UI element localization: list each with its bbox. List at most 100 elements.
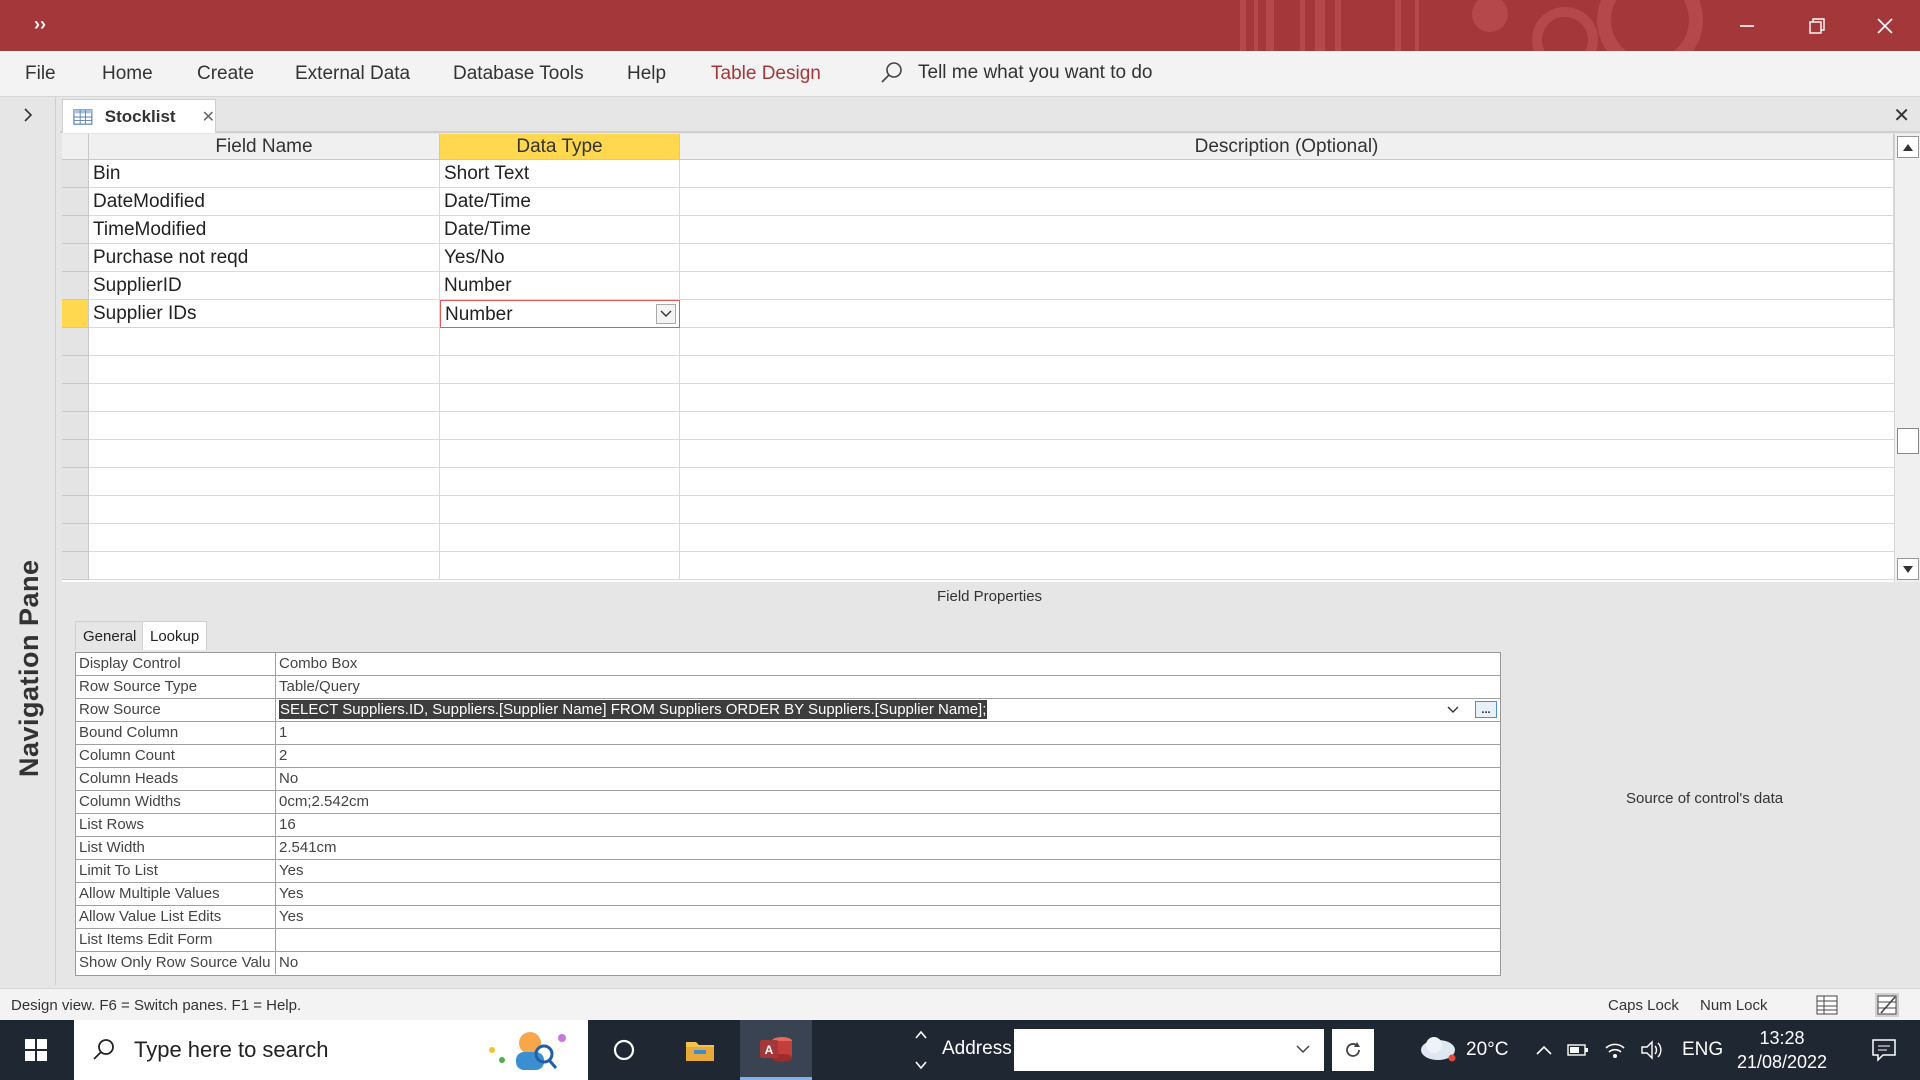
property-row[interactable]: Allow Multiple Values Yes <box>76 883 1500 906</box>
empty-row[interactable] <box>89 468 1894 496</box>
chevron-up-icon[interactable] <box>1534 1043 1554 1057</box>
data-type-dropdown-button[interactable] <box>656 304 676 324</box>
close-document-button[interactable]: ✕ <box>1893 103 1910 128</box>
table-row[interactable]: DateModified Date/Time <box>89 188 1894 216</box>
row-selector[interactable] <box>62 244 89 272</box>
property-value[interactable]: No <box>276 768 1500 790</box>
row-selector[interactable] <box>62 468 89 496</box>
volume-icon[interactable] <box>1640 1040 1664 1060</box>
toolbar-scroll-arrows-icon[interactable] <box>914 1028 928 1072</box>
description-cell[interactable] <box>680 300 1894 328</box>
row-selector[interactable] <box>62 272 89 300</box>
navigation-pane[interactable]: Navigation Pane <box>0 97 56 985</box>
property-row[interactable]: List Rows 16 <box>76 814 1500 837</box>
property-value[interactable] <box>276 929 1500 951</box>
tab-stocklist[interactable]: Stocklist ✕ <box>62 99 216 133</box>
row-source-field[interactable]: SELECT Suppliers.ID, Suppliers.[Supplier… <box>276 699 1500 721</box>
description-cell[interactable] <box>680 160 1894 188</box>
field-name-cell[interactable]: Supplier IDs <box>89 300 440 328</box>
description-cell[interactable] <box>680 244 1894 272</box>
tab-create[interactable]: Create <box>197 63 254 85</box>
row-selector-header[interactable] <box>62 134 89 160</box>
property-value[interactable]: Table/Query <box>276 676 1500 698</box>
data-type-cell[interactable]: Number <box>440 272 680 300</box>
table-design-grid[interactable]: Field Name Data Type Description (Option… <box>62 134 1894 582</box>
row-selector[interactable] <box>62 160 89 188</box>
property-value[interactable]: 2.541cm <box>276 837 1500 859</box>
scroll-down-button[interactable] <box>1897 558 1919 580</box>
tab-external-data[interactable]: External Data <box>295 63 410 85</box>
tab-help[interactable]: Help <box>627 63 666 85</box>
notification-center-button[interactable] <box>1848 1020 1920 1080</box>
system-clock[interactable]: 13:28 21/08/2022 <box>1730 1026 1834 1074</box>
datasheet-view-button[interactable] <box>1815 993 1839 1017</box>
property-value[interactable]: Yes <box>276 883 1500 905</box>
start-button[interactable] <box>0 1020 72 1080</box>
property-value[interactable]: 16 <box>276 814 1500 836</box>
navigation-pane-expand-button[interactable] <box>0 97 56 133</box>
navigation-pane-label[interactable]: Navigation Pane <box>14 559 45 777</box>
row-selector[interactable] <box>62 328 89 356</box>
table-row[interactable]: Bin Short Text <box>89 160 1894 188</box>
data-type-cell[interactable]: Date/Time <box>440 188 680 216</box>
scrollbar-thumb[interactable] <box>1897 428 1919 454</box>
row-selector[interactable] <box>62 356 89 384</box>
row-source-dropdown-button[interactable] <box>1444 701 1462 719</box>
row-selector[interactable] <box>62 496 89 524</box>
data-type-header[interactable]: Data Type <box>440 134 680 160</box>
property-row[interactable]: Limit To List Yes <box>76 860 1500 883</box>
builder-button[interactable]: ... <box>1475 701 1497 718</box>
property-row[interactable]: List Items Edit Form <box>76 929 1500 952</box>
description-cell[interactable] <box>680 188 1894 216</box>
wifi-icon[interactable] <box>1604 1040 1626 1060</box>
empty-row[interactable] <box>89 356 1894 384</box>
field-name-cell[interactable]: SupplierID <box>89 272 440 300</box>
data-type-cell[interactable]: Date/Time <box>440 216 680 244</box>
data-type-cell[interactable]: Yes/No <box>440 244 680 272</box>
row-selector[interactable] <box>62 412 89 440</box>
property-row[interactable]: Column Heads No <box>76 768 1500 791</box>
empty-row[interactable] <box>89 384 1894 412</box>
row-selector[interactable] <box>62 216 89 244</box>
scroll-up-button[interactable] <box>1897 136 1919 158</box>
table-row[interactable]: Purchase not reqd Yes/No <box>89 244 1894 272</box>
property-row-row-source[interactable]: Row Source SELECT Suppliers.ID, Supplier… <box>76 699 1500 722</box>
close-tab-icon[interactable]: ✕ <box>202 107 215 127</box>
empty-row[interactable] <box>89 412 1894 440</box>
minimize-button[interactable] <box>1712 0 1782 51</box>
quick-access-toolbar-expander[interactable]: ›› <box>34 14 46 35</box>
property-row[interactable]: Display Control Combo Box <box>76 653 1500 676</box>
address-refresh-button[interactable] <box>1332 1029 1374 1071</box>
data-type-combo[interactable]: Number <box>440 300 680 328</box>
field-name-cell[interactable]: Bin <box>89 160 440 188</box>
empty-row[interactable] <box>89 496 1894 524</box>
current-table-row[interactable]: Supplier IDs Number <box>89 300 1894 328</box>
tab-home[interactable]: Home <box>102 63 153 85</box>
close-window-button[interactable] <box>1850 0 1920 51</box>
property-value[interactable]: Combo Box <box>276 653 1500 675</box>
cortana-button[interactable] <box>588 1020 660 1080</box>
current-row-selector[interactable] <box>62 300 89 328</box>
description-header[interactable]: Description (Optional) <box>680 134 1894 160</box>
table-row[interactable]: SupplierID Number <box>89 272 1894 300</box>
description-cell[interactable] <box>680 272 1894 300</box>
row-selector[interactable] <box>62 188 89 216</box>
battery-icon[interactable] <box>1566 1041 1590 1059</box>
row-selector[interactable] <box>62 440 89 468</box>
property-value[interactable]: 1 <box>276 722 1500 744</box>
design-view-button[interactable] <box>1875 993 1899 1017</box>
tab-general[interactable]: General <box>75 621 145 650</box>
tab-file[interactable]: File <box>25 63 56 85</box>
empty-row[interactable] <box>89 552 1894 580</box>
address-input[interactable] <box>1014 1029 1324 1071</box>
weather-widget[interactable]: 20°C <box>1418 1020 1508 1080</box>
property-row[interactable]: Row Source Type Table/Query <box>76 676 1500 699</box>
property-value[interactable]: 0cm;2.542cm <box>276 791 1500 813</box>
tab-table-design[interactable]: Table Design <box>711 63 821 85</box>
restore-button[interactable] <box>1782 0 1852 51</box>
property-value[interactable]: Yes <box>276 906 1500 928</box>
taskbar-search-box[interactable]: Type here to search <box>74 1020 588 1080</box>
property-value[interactable]: 2 <box>276 745 1500 767</box>
chevron-down-icon[interactable] <box>1296 1045 1310 1054</box>
property-row[interactable]: List Width 2.541cm <box>76 837 1500 860</box>
